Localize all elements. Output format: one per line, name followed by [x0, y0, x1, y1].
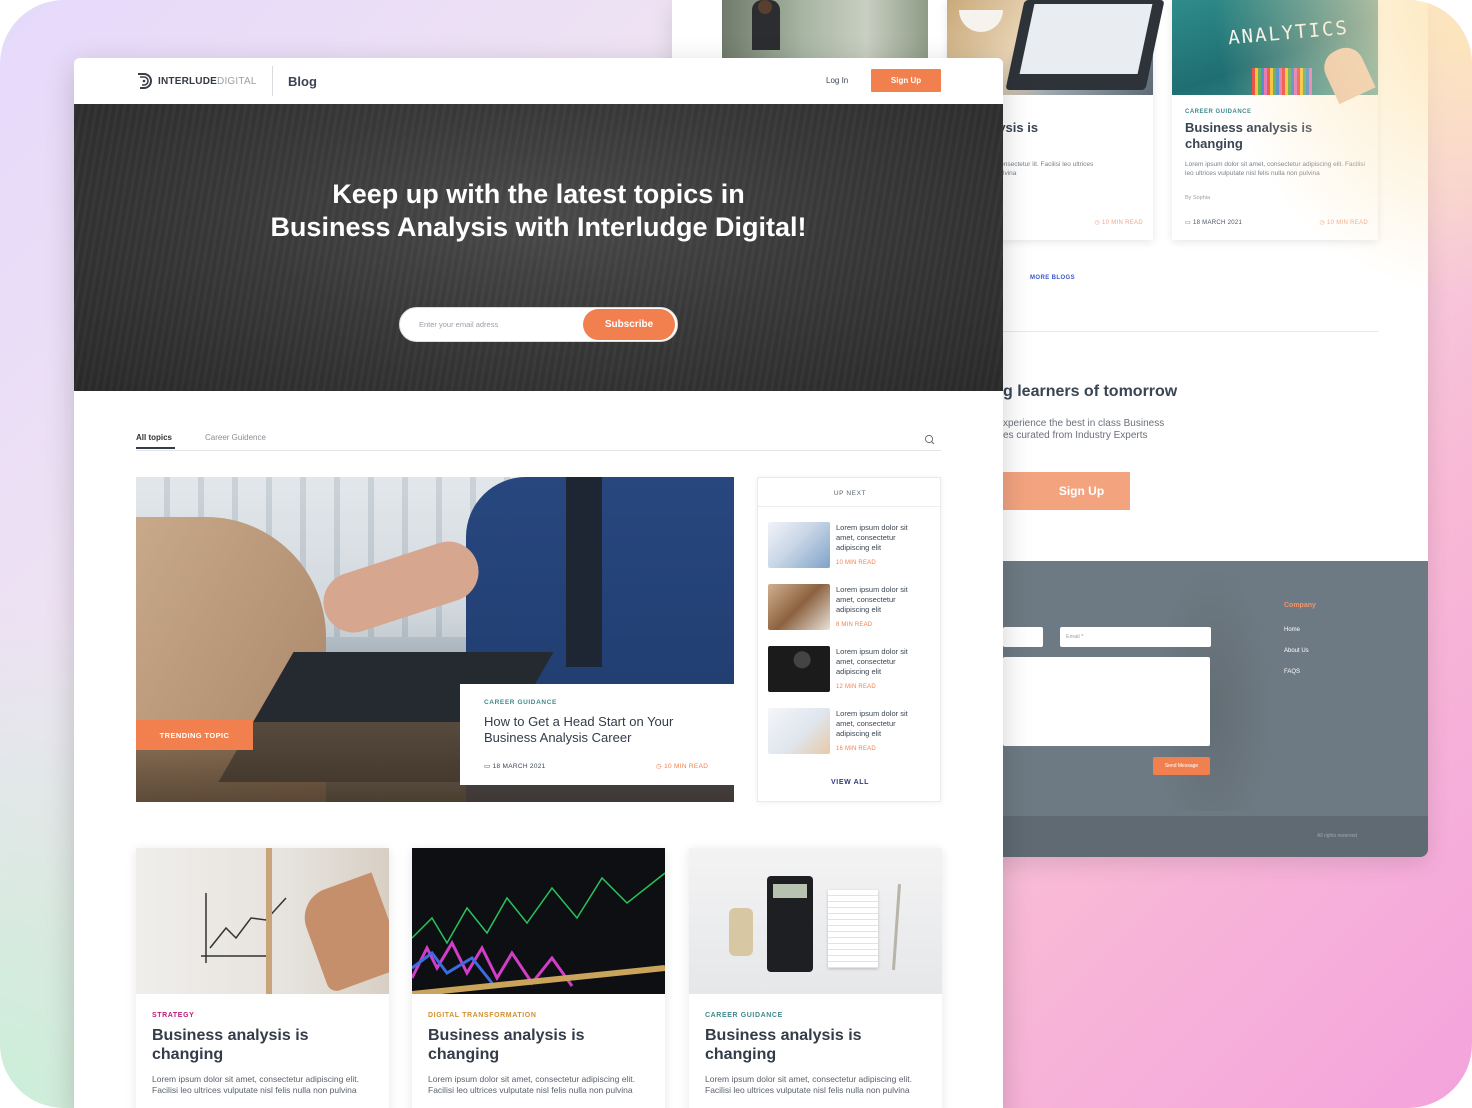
subscribe-form: Enter your email adress Subscribe: [399, 307, 678, 342]
whiteboard-chart-photo: [136, 848, 389, 994]
tab-all-topics[interactable]: All topics: [136, 433, 172, 442]
subscribe-button[interactable]: Subscribe: [583, 309, 675, 340]
name-field[interactable]: [1003, 627, 1043, 647]
interlude-logo-icon: [136, 72, 152, 90]
stock-chart-photo: [412, 848, 665, 994]
nav-divider: [272, 66, 273, 96]
learners-text-line2: es curated from Industry Experts: [1003, 430, 1148, 441]
copyright-text: All rights reserved: [1317, 833, 1358, 839]
email-input[interactable]: Enter your email adress: [419, 320, 498, 329]
up-next-title-4[interactable]: Lorem ipsum dolor sit amet, consectetur …: [836, 709, 928, 739]
featured-category: CAREER GUIDANCE: [484, 699, 557, 706]
card-category: STRATEGY: [152, 1012, 195, 1019]
search-icon[interactable]: [924, 432, 935, 445]
clock-icon: ◷: [656, 763, 665, 770]
divider: [1003, 331, 1378, 332]
up-next-thumb-2[interactable]: [768, 584, 830, 630]
blog-page: INTERLUDEDIGITAL Blog Log In Sign Up Kee…: [74, 58, 1003, 1108]
active-tab-indicator: [136, 447, 175, 449]
hero-heading-line1: Keep up with the latest topics in: [332, 179, 745, 209]
up-next-title-3[interactable]: Lorem ipsum dolor sit amet, consectetur …: [836, 647, 928, 677]
blog-card[interactable]: ANALYTICS CAREER GUIDANCE Business analy…: [1172, 0, 1378, 240]
learners-signup-button[interactable]: Sign Up: [1003, 472, 1130, 510]
blog-card-1[interactable]: STRATEGY Business analysis is changing Lo…: [136, 848, 389, 1108]
hero-heading-line2: Business Analysis with Interludge Digita…: [270, 212, 807, 242]
top-navbar: INTERLUDEDIGITAL Blog Log In Sign Up: [74, 58, 1003, 104]
footer-company-heading: Company: [1284, 602, 1316, 609]
featured-read-time: ◷ 10 MIN READ: [656, 763, 709, 770]
login-link[interactable]: Log In: [826, 76, 848, 85]
trending-topic-badge: TRENDING TOPIC: [136, 720, 253, 750]
footer-link-faqs[interactable]: FAQS: [1284, 669, 1300, 675]
card-title[interactable]: Business analysis is changing: [428, 1026, 648, 1064]
more-blogs-link[interactable]: MORE BLOGS: [1030, 275, 1075, 281]
card-excerpt: Lorem ipsum dolor sit amet, consectetur …: [428, 1074, 635, 1095]
up-next-heading: UP NEXT: [833, 490, 867, 497]
clock-icon: ◷: [1094, 220, 1103, 226]
up-next-panel: UP NEXT Lorem ipsum dolor sit amet, cons…: [757, 477, 942, 802]
card-excerpt: Lorem ipsum dolor sit amet, consectetur …: [705, 1074, 912, 1095]
blog-card-3[interactable]: CAREER GUIDANCE Business analysis is chan…: [689, 848, 942, 1108]
hero-heading: Keep up with the latest topics in Busine…: [74, 178, 1003, 244]
message-field[interactable]: [1003, 657, 1210, 746]
featured-title[interactable]: How to Get a Head Start on Your Business …: [484, 714, 724, 746]
card-excerpt: Lorem ipsum dolor sit amet, consectetur …: [1185, 161, 1365, 177]
card-title[interactable]: Business analysis is changing: [705, 1026, 925, 1064]
up-next-read-3: 12 MIN READ: [836, 684, 876, 690]
card-category: CAREER GUIDANCE: [1185, 109, 1252, 115]
card-read-time: ◷ 10 MIN READ: [1094, 220, 1143, 226]
footer-link-about[interactable]: About Us: [1284, 648, 1309, 654]
featured-article-card[interactable]: CAREER GUIDANCE How to Get a Head Start …: [460, 684, 734, 785]
email-field[interactable]: Email *: [1060, 627, 1211, 647]
card-read-time: ◷ 10 MIN READ: [1319, 220, 1368, 226]
brand-name[interactable]: INTERLUDEDIGITAL: [158, 76, 257, 87]
up-next-title-1[interactable]: Lorem ipsum dolor sit amet, consectetur …: [836, 523, 928, 553]
signup-button[interactable]: Sign Up: [871, 69, 941, 92]
send-message-button[interactable]: Send Message: [1153, 757, 1210, 775]
up-next-thumb-3[interactable]: [768, 646, 830, 692]
up-next-read-4: 16 MIN READ: [836, 746, 876, 752]
card-date: ▭ 18 MARCH 2021: [1185, 220, 1243, 226]
tabs-divider: [136, 450, 941, 451]
learners-text-line1: xperience the best in class Business: [1003, 418, 1165, 429]
blog-card-2[interactable]: DIGITAL TRANSFORMATION Business analysis…: [412, 848, 665, 1108]
analytics-chalkboard-photo: ANALYTICS: [1172, 0, 1378, 105]
card-excerpt: Lorem ipsum dolor sit amet, consectetur …: [152, 1074, 359, 1095]
up-next-thumb-4[interactable]: [768, 708, 830, 754]
learners-heading: g learners of tomorrow: [1003, 383, 1178, 400]
up-next-read-1: 10 MIN READ: [836, 560, 876, 566]
meeting-photo: [722, 0, 928, 58]
tab-career-guidance[interactable]: Career Guidence: [205, 433, 266, 442]
clock-icon: ◷: [1319, 220, 1328, 226]
calendar-icon: ▭: [484, 763, 493, 770]
featured-date: ▭ 18 MARCH 2021: [484, 763, 546, 770]
showcase-background: ess analysis is ing m dolor sit amet, co…: [0, 0, 1472, 1108]
card-title-line2: changing: [1185, 136, 1243, 151]
analytics-chalk-text: ANALYTICS: [1227, 16, 1350, 50]
calendar-icon: ▭: [1185, 220, 1193, 226]
hero-banner: Keep up with the latest topics in Busine…: [74, 104, 1003, 391]
up-next-thumb-1[interactable]: [768, 522, 830, 568]
view-all-link[interactable]: VIEW ALL: [758, 779, 942, 786]
up-next-title-2[interactable]: Lorem ipsum dolor sit amet, consectetur …: [836, 585, 928, 615]
card-title-line1: Business analysis is: [1185, 120, 1313, 135]
card-category: CAREER GUIDANCE: [705, 1012, 783, 1019]
card-author: By Sophia: [1185, 195, 1211, 201]
up-next-read-2: 8 MIN READ: [836, 622, 873, 628]
section-title: Blog: [288, 74, 317, 89]
footer-link-home[interactable]: Home: [1284, 627, 1300, 633]
card-category: DIGITAL TRANSFORMATION: [428, 1012, 537, 1019]
calculator-notepad-photo: [689, 848, 942, 994]
card-title[interactable]: Business analysis is changing: [152, 1026, 372, 1064]
